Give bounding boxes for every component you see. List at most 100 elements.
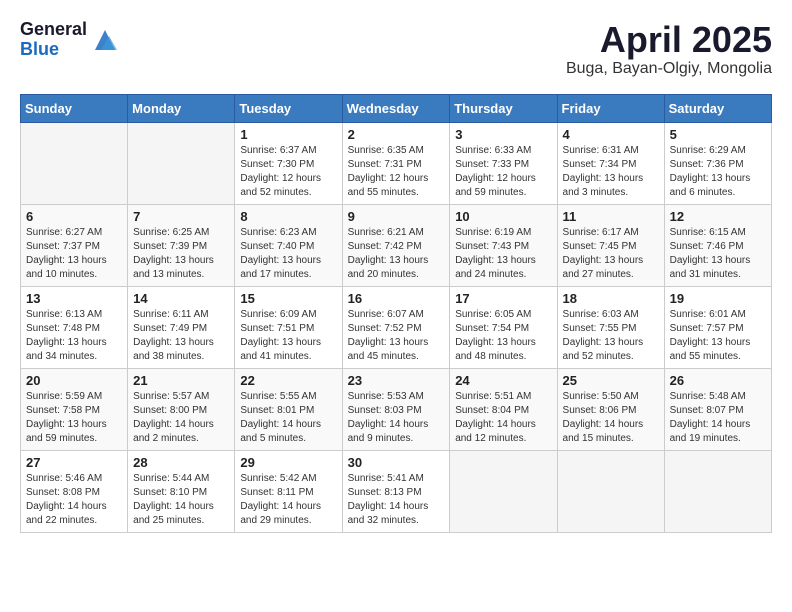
day-info: Sunrise: 6:37 AM Sunset: 7:30 PM Dayligh…	[240, 144, 336, 200]
calendar-cell: 30 Sunrise: 5:41 AM Sunset: 8:13 PM Dayli…	[342, 450, 450, 532]
calendar-cell	[21, 122, 128, 204]
day-info: Sunrise: 6:29 AM Sunset: 7:36 PM Dayligh…	[670, 144, 766, 200]
day-info: Sunrise: 6:19 AM Sunset: 7:43 PM Dayligh…	[455, 226, 551, 282]
day-number: 3	[455, 127, 551, 142]
calendar-cell: 16Sunrise: 6:07 AM Sunset: 7:52 PM Dayli…	[342, 286, 450, 368]
calendar-week-row: 6 Sunrise: 6:27 AM Sunset: 7:37 PM Daylig…	[21, 204, 772, 286]
calendar-cell: 18Sunrise: 6:03 AM Sunset: 7:55 PM Dayli…	[557, 286, 664, 368]
day-number: 22	[240, 373, 336, 388]
location-subtitle: Buga, Bayan-Olgiy, Mongolia	[566, 60, 772, 78]
day-number: 4	[563, 127, 659, 142]
calendar-week-row: 20Sunrise: 5:59 AM Sunset: 7:58 PM Dayli…	[21, 368, 772, 450]
weekday-header: Tuesday	[235, 94, 342, 122]
day-number: 7	[133, 209, 229, 224]
calendar-cell	[664, 450, 771, 532]
calendar-cell: 3 Sunrise: 6:33 AM Sunset: 7:33 PM Daylig…	[450, 122, 557, 204]
day-info: Sunrise: 5:55 AM Sunset: 8:01 PM Dayligh…	[240, 390, 336, 446]
calendar-cell: 11 Sunrise: 6:17 AM Sunset: 7:45 PM Dayli…	[557, 204, 664, 286]
day-info: Sunrise: 6:25 AM Sunset: 7:39 PM Dayligh…	[133, 226, 229, 282]
day-info: Sunrise: 6:23 AM Sunset: 7:40 PM Dayligh…	[240, 226, 336, 282]
day-number: 24	[455, 373, 551, 388]
day-number: 13	[26, 291, 122, 306]
day-number: 5	[670, 127, 766, 142]
day-info: Sunrise: 5:46 AM Sunset: 8:08 PM Dayligh…	[26, 472, 122, 528]
day-info: Sunrise: 6:05 AM Sunset: 7:54 PM Dayligh…	[455, 308, 551, 364]
weekday-header: Friday	[557, 94, 664, 122]
day-info: Sunrise: 5:48 AM Sunset: 8:07 PM Dayligh…	[670, 390, 766, 446]
page-header: General Blue April 2025 Buga, Bayan-Olgi…	[20, 20, 772, 78]
weekday-header: Monday	[128, 94, 235, 122]
calendar-cell	[557, 450, 664, 532]
calendar-cell: 23Sunrise: 5:53 AM Sunset: 8:03 PM Dayli…	[342, 368, 450, 450]
calendar-cell: 1 Sunrise: 6:37 AM Sunset: 7:30 PM Daylig…	[235, 122, 342, 204]
day-number: 28	[133, 455, 229, 470]
day-number: 6	[26, 209, 122, 224]
calendar-cell	[450, 450, 557, 532]
logo: General Blue	[20, 20, 119, 60]
day-number: 9	[348, 209, 445, 224]
calendar-cell: 28 Sunrise: 5:44 AM Sunset: 8:10 PM Dayli…	[128, 450, 235, 532]
calendar-table: SundayMondayTuesdayWednesdayThursdayFrid…	[20, 94, 772, 533]
calendar-cell: 13 Sunrise: 6:13 AM Sunset: 7:48 PM Dayli…	[21, 286, 128, 368]
day-info: Sunrise: 5:53 AM Sunset: 8:03 PM Dayligh…	[348, 390, 445, 446]
day-number: 26	[670, 373, 766, 388]
weekday-header: Wednesday	[342, 94, 450, 122]
calendar-week-row: 27 Sunrise: 5:46 AM Sunset: 8:08 PM Dayli…	[21, 450, 772, 532]
title-section: April 2025 Buga, Bayan-Olgiy, Mongolia	[566, 20, 772, 78]
day-number: 17	[455, 291, 551, 306]
calendar-cell: 19Sunrise: 6:01 AM Sunset: 7:57 PM Dayli…	[664, 286, 771, 368]
day-info: Sunrise: 5:50 AM Sunset: 8:06 PM Dayligh…	[563, 390, 659, 446]
day-number: 21	[133, 373, 229, 388]
day-info: Sunrise: 5:41 AM Sunset: 8:13 PM Dayligh…	[348, 472, 445, 528]
calendar-cell: 7 Sunrise: 6:25 AM Sunset: 7:39 PM Daylig…	[128, 204, 235, 286]
calendar-cell: 17 Sunrise: 6:05 AM Sunset: 7:54 PM Dayli…	[450, 286, 557, 368]
calendar-cell: 8 Sunrise: 6:23 AM Sunset: 7:40 PM Daylig…	[235, 204, 342, 286]
calendar-cell: 29 Sunrise: 5:42 AM Sunset: 8:11 PM Dayli…	[235, 450, 342, 532]
logo-general-text: General	[20, 20, 87, 40]
calendar-week-row: 1 Sunrise: 6:37 AM Sunset: 7:30 PM Daylig…	[21, 122, 772, 204]
day-info: Sunrise: 6:01 AM Sunset: 7:57 PM Dayligh…	[670, 308, 766, 364]
calendar-cell: 4 Sunrise: 6:31 AM Sunset: 7:34 PM Daylig…	[557, 122, 664, 204]
calendar-cell: 9 Sunrise: 6:21 AM Sunset: 7:42 PM Daylig…	[342, 204, 450, 286]
calendar-cell: 24 Sunrise: 5:51 AM Sunset: 8:04 PM Dayli…	[450, 368, 557, 450]
calendar-cell: 14Sunrise: 6:11 AM Sunset: 7:49 PM Dayli…	[128, 286, 235, 368]
calendar-cell: 2Sunrise: 6:35 AM Sunset: 7:31 PM Daylig…	[342, 122, 450, 204]
weekday-header: Thursday	[450, 94, 557, 122]
logo-icon	[91, 26, 119, 54]
day-info: Sunrise: 6:21 AM Sunset: 7:42 PM Dayligh…	[348, 226, 445, 282]
day-number: 25	[563, 373, 659, 388]
day-number: 8	[240, 209, 336, 224]
day-info: Sunrise: 5:57 AM Sunset: 8:00 PM Dayligh…	[133, 390, 229, 446]
day-number: 11	[563, 209, 659, 224]
calendar-header-row: SundayMondayTuesdayWednesdayThursdayFrid…	[21, 94, 772, 122]
day-number: 1	[240, 127, 336, 142]
calendar-cell: 10 Sunrise: 6:19 AM Sunset: 7:43 PM Dayli…	[450, 204, 557, 286]
day-number: 10	[455, 209, 551, 224]
day-info: Sunrise: 6:03 AM Sunset: 7:55 PM Dayligh…	[563, 308, 659, 364]
day-info: Sunrise: 5:44 AM Sunset: 8:10 PM Dayligh…	[133, 472, 229, 528]
calendar-cell: 22 Sunrise: 5:55 AM Sunset: 8:01 PM Dayli…	[235, 368, 342, 450]
month-year-title: April 2025	[566, 20, 772, 60]
day-info: Sunrise: 6:09 AM Sunset: 7:51 PM Dayligh…	[240, 308, 336, 364]
calendar-week-row: 13 Sunrise: 6:13 AM Sunset: 7:48 PM Dayli…	[21, 286, 772, 368]
day-info: Sunrise: 5:51 AM Sunset: 8:04 PM Dayligh…	[455, 390, 551, 446]
day-info: Sunrise: 6:07 AM Sunset: 7:52 PM Dayligh…	[348, 308, 445, 364]
calendar-cell: 6 Sunrise: 6:27 AM Sunset: 7:37 PM Daylig…	[21, 204, 128, 286]
day-number: 15	[240, 291, 336, 306]
day-number: 2	[348, 127, 445, 142]
day-number: 27	[26, 455, 122, 470]
day-number: 30	[348, 455, 445, 470]
day-number: 12	[670, 209, 766, 224]
day-info: Sunrise: 6:15 AM Sunset: 7:46 PM Dayligh…	[670, 226, 766, 282]
day-info: Sunrise: 6:31 AM Sunset: 7:34 PM Dayligh…	[563, 144, 659, 200]
calendar-cell: 27 Sunrise: 5:46 AM Sunset: 8:08 PM Dayli…	[21, 450, 128, 532]
day-info: Sunrise: 6:27 AM Sunset: 7:37 PM Dayligh…	[26, 226, 122, 282]
day-info: Sunrise: 6:17 AM Sunset: 7:45 PM Dayligh…	[563, 226, 659, 282]
day-info: Sunrise: 6:33 AM Sunset: 7:33 PM Dayligh…	[455, 144, 551, 200]
day-info: Sunrise: 6:11 AM Sunset: 7:49 PM Dayligh…	[133, 308, 229, 364]
day-info: Sunrise: 5:42 AM Sunset: 8:11 PM Dayligh…	[240, 472, 336, 528]
day-number: 29	[240, 455, 336, 470]
day-info: Sunrise: 6:13 AM Sunset: 7:48 PM Dayligh…	[26, 308, 122, 364]
calendar-cell: 26 Sunrise: 5:48 AM Sunset: 8:07 PM Dayli…	[664, 368, 771, 450]
day-info: Sunrise: 5:59 AM Sunset: 7:58 PM Dayligh…	[26, 390, 122, 446]
